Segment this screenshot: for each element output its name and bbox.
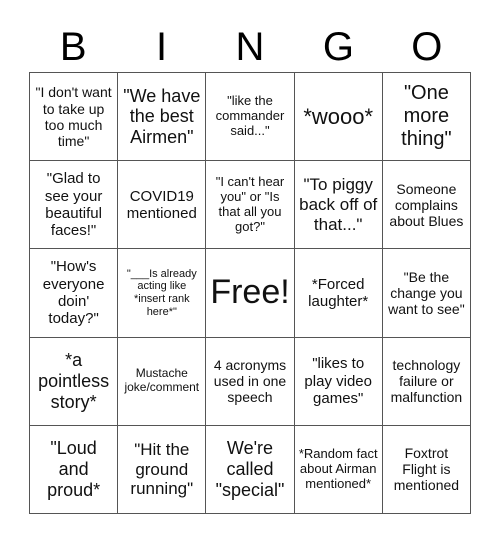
bingo-cell[interactable]: "like the commander said..." [206, 73, 295, 162]
bingo-cell[interactable]: Foxtrot Flight is mentioned [382, 425, 471, 514]
bingo-cell[interactable]: "We have the best Airmen" [118, 73, 207, 162]
bingo-cell[interactable]: Mustache joke/comment [118, 337, 207, 426]
bingo-cell[interactable]: "likes to play video games" [294, 337, 383, 426]
cell-text: "To piggy back off of that..." [299, 175, 378, 234]
bingo-header: B I N G O [29, 22, 471, 72]
cell-text: "I can't hear you" or "Is that all you g… [215, 173, 285, 234]
cell-text: "Be the change you want to see" [388, 268, 465, 318]
cell-text: "One more thing" [401, 82, 452, 151]
cell-text: 4 acronyms used in one speech [213, 357, 287, 406]
header-letter-n: N [235, 25, 265, 69]
bingo-cell[interactable]: 4 acronyms used in one speech [206, 337, 295, 426]
cell-text: "Glad to see your beautiful faces!" [44, 170, 103, 240]
bingo-cell[interactable]: Someone complains about Blues [382, 161, 471, 250]
cell-text: *Random fact about Airman mentioned* [298, 445, 378, 491]
cell-text: "Loud and proud* [47, 438, 101, 500]
cell-text: Foxtrot Flight is mentioned [393, 445, 460, 494]
cell-text: "___Is already acting like *insert rank … [126, 267, 197, 318]
bingo-cell[interactable]: *a pointless story* [30, 337, 119, 426]
bingo-cell[interactable]: *Random fact about Airman mentioned* [294, 425, 383, 514]
bingo-cell[interactable]: "One more thing" [382, 73, 471, 162]
bingo-cell[interactable]: "Be the change you want to see" [382, 249, 471, 338]
free-space-cell[interactable]: Free! [206, 249, 295, 338]
bingo-cell[interactable]: technology failure or malfunction [382, 337, 471, 426]
bingo-cell[interactable]: "Loud and proud* [30, 425, 119, 514]
header-letter-b: B [59, 25, 87, 69]
bingo-cell[interactable]: We're called "special" [206, 425, 295, 514]
bingo-cell[interactable]: "___Is already acting like *insert rank … [118, 249, 207, 338]
bingo-cell[interactable]: "To piggy back off of that..." [294, 161, 383, 250]
cell-text: "Hit the ground running" [130, 440, 194, 499]
cell-text: Someone complains about Blues [389, 180, 464, 229]
bingo-cell[interactable]: "I can't hear you" or "Is that all you g… [206, 161, 295, 250]
bingo-cell[interactable]: *wooo* [294, 73, 383, 162]
header-letter-i: I [156, 25, 168, 69]
bingo-cell[interactable]: *Forced laughter* [294, 249, 383, 338]
cell-text: COVID19 mentioned [126, 187, 197, 222]
cell-text: technology failure or malfunction [390, 357, 463, 406]
cell-text: We're called "special" [215, 438, 285, 500]
bingo-cell[interactable]: COVID19 mentioned [118, 161, 207, 250]
header-letter-o: O [411, 25, 443, 69]
cell-text: "I don't want to take up too much time" [35, 84, 112, 149]
cell-text: "We have the best Airmen" [123, 85, 201, 147]
bingo-cell[interactable]: "How's everyone doin' today?" [30, 249, 119, 338]
cell-text: "How's everyone doin' today?" [42, 258, 105, 328]
cell-text: Mustache joke/comment [124, 366, 200, 395]
bingo-cell[interactable]: "I don't want to take up too much time" [30, 73, 119, 162]
cell-text: "likes to play video games" [304, 355, 372, 407]
bingo-grid: "I don't want to take up too much time" … [29, 72, 471, 514]
cell-text: *wooo* [303, 103, 374, 129]
header-letter-g: G [322, 25, 354, 69]
cell-text: "like the commander said..." [215, 93, 285, 139]
bingo-cell[interactable]: "Glad to see your beautiful faces!" [30, 161, 119, 250]
cell-text: *Forced laughter* [308, 275, 369, 310]
bingo-cell[interactable]: "Hit the ground running" [118, 425, 207, 514]
cell-text: Free! [210, 273, 290, 312]
cell-text: *a pointless story* [38, 350, 110, 412]
